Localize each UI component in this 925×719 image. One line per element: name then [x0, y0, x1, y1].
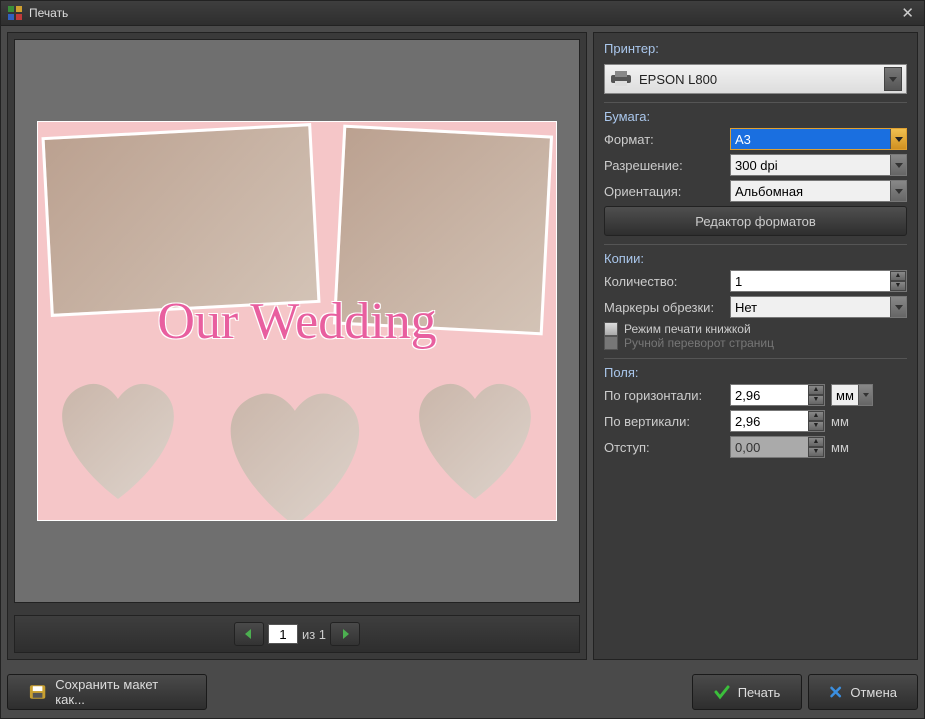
copies-section-label: Копии:	[604, 251, 907, 266]
close-icon	[829, 684, 842, 700]
print-label: Печать	[738, 685, 781, 700]
resolution-select[interactable]: 300 dpi	[730, 154, 907, 176]
manual-flip-checkbox: Ручной переворот страниц	[604, 336, 907, 350]
chevron-down-icon	[890, 181, 906, 201]
booklet-mode-checkbox[interactable]: Режим печати книжкой	[604, 322, 907, 336]
horiz-label: По горизонтали:	[604, 388, 724, 403]
crop-markers-label: Маркеры обрезки:	[604, 300, 724, 315]
cancel-button[interactable]: Отмена	[808, 674, 918, 710]
settings-panel: Принтер: EPSON L800 Бумага: Формат: A3	[593, 32, 918, 660]
indent-label: Отступ:	[604, 440, 724, 455]
printer-name: EPSON L800	[639, 72, 878, 87]
unit-label: мм	[831, 440, 857, 455]
unit-value: мм	[836, 388, 858, 403]
format-editor-button[interactable]: Редактор форматов	[604, 206, 907, 236]
footer: Сохранить макет как... Печать Отмена	[1, 666, 924, 718]
save-layout-button[interactable]: Сохранить макет как...	[7, 674, 207, 710]
copies-count-value: 1	[735, 274, 890, 289]
margins-section-label: Поля:	[604, 365, 907, 380]
indent-spinner: 0,00 ▲▼	[730, 436, 825, 458]
unit-label: мм	[831, 414, 857, 429]
checkbox-icon	[604, 322, 618, 336]
resolution-label: Разрешение:	[604, 158, 724, 173]
horiz-value: 2,96	[735, 388, 808, 403]
page-total-label: из 1	[302, 627, 326, 642]
crop-markers-value: Нет	[735, 300, 890, 315]
printer-icon	[609, 69, 633, 89]
horiz-spinner[interactable]: 2,96 ▲▼	[730, 384, 825, 406]
chevron-down-icon	[890, 129, 906, 149]
vert-label: По вертикали:	[604, 414, 724, 429]
printer-section-label: Принтер:	[604, 41, 907, 56]
cancel-label: Отмена	[850, 685, 897, 700]
window-title: Печать	[29, 6, 68, 20]
next-page-button[interactable]	[330, 622, 360, 646]
prev-page-button[interactable]	[234, 622, 264, 646]
vert-spinner[interactable]: 2,96 ▲▼	[730, 410, 825, 432]
paper-section-label: Бумага:	[604, 109, 907, 124]
check-icon	[714, 684, 730, 700]
printer-dropdown-button[interactable]	[884, 67, 902, 91]
heart-photo-2	[212, 374, 379, 521]
checkbox-icon	[604, 336, 618, 350]
format-select[interactable]: A3	[730, 128, 907, 150]
orientation-select[interactable]: Альбомная	[730, 180, 907, 202]
resolution-value: 300 dpi	[735, 158, 890, 173]
page-input[interactable]	[268, 624, 298, 644]
print-canvas: Our Wedding	[37, 121, 557, 521]
copies-count-label: Количество:	[604, 274, 724, 289]
orientation-value: Альбомная	[735, 184, 890, 199]
chevron-down-icon	[890, 155, 906, 175]
save-icon	[28, 683, 47, 701]
orientation-label: Ориентация:	[604, 184, 724, 199]
printer-select[interactable]: EPSON L800	[604, 64, 907, 94]
heart-photo-3	[403, 367, 548, 512]
unit-select[interactable]: мм	[831, 384, 873, 406]
titlebar: Печать ✕	[1, 1, 924, 26]
vert-value: 2,96	[735, 414, 808, 429]
preview-panel: Our Wedding из 1	[7, 32, 587, 660]
format-label: Формат:	[604, 132, 724, 147]
heart-photo-1	[46, 367, 191, 512]
print-button[interactable]: Печать	[692, 674, 802, 710]
pager: из 1	[14, 615, 580, 653]
crop-markers-select[interactable]: Нет	[730, 296, 907, 318]
manual-flip-label: Ручной переворот страниц	[624, 336, 774, 350]
app-icon	[7, 5, 23, 21]
preview-viewport: Our Wedding	[14, 39, 580, 603]
save-layout-label: Сохранить макет как...	[55, 677, 186, 707]
copies-count-spinner[interactable]: 1 ▲▼	[730, 270, 907, 292]
booklet-mode-label: Режим печати книжкой	[624, 322, 751, 336]
collage-title-text: Our Wedding	[38, 292, 556, 351]
close-button[interactable]: ✕	[897, 4, 918, 22]
format-value: A3	[735, 132, 890, 147]
photo-1	[41, 123, 320, 317]
indent-value: 0,00	[735, 440, 808, 455]
chevron-down-icon	[858, 385, 872, 405]
chevron-down-icon	[890, 297, 906, 317]
